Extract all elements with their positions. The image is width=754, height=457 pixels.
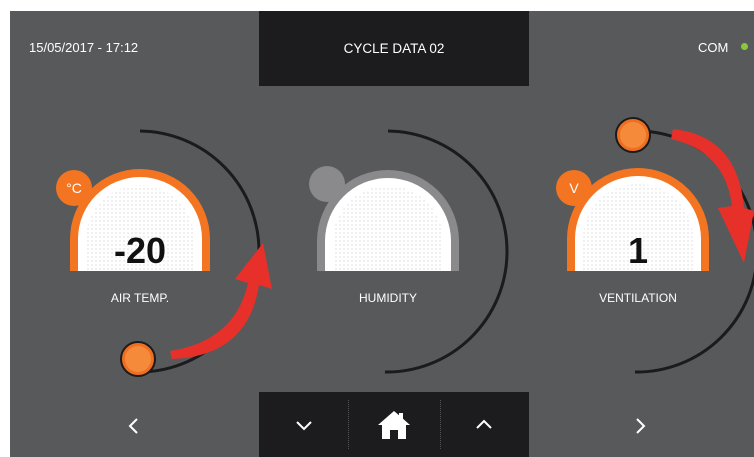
- air-temp-label: AIR TEMP.: [111, 291, 169, 305]
- air-temp-value: -20: [114, 230, 166, 271]
- scroll-down-button[interactable]: [264, 392, 344, 457]
- home-button[interactable]: [354, 392, 434, 457]
- screen: 15/05/2017 - 17:12 CYCLE DATA 02 COM -20…: [10, 11, 754, 457]
- ventilation-value: 1: [628, 230, 648, 271]
- ventilation-label: VENTILATION: [599, 291, 677, 305]
- scroll-up-button[interactable]: [444, 392, 524, 457]
- humidity-unit-badge: [309, 166, 345, 202]
- humidity-label: HUMIDITY: [359, 291, 417, 305]
- bottom-nav-bar: [259, 392, 529, 457]
- ventilation-unit: V: [569, 180, 579, 196]
- chevron-left-icon: [128, 417, 138, 434]
- gauge-air-temp[interactable]: -20 AIR TEMP. °C: [56, 129, 272, 377]
- air-temp-knob-highlight: [125, 346, 151, 372]
- chevron-right-icon: [636, 417, 646, 434]
- home-icon: [378, 410, 410, 439]
- air-temp-unit: °C: [66, 180, 82, 196]
- chevron-down-icon: [296, 420, 312, 430]
- next-page-button[interactable]: [610, 403, 670, 448]
- chevron-up-icon: [476, 419, 492, 429]
- gauge-ventilation[interactable]: 1 VENTILATION V: [556, 117, 754, 374]
- separator: [440, 400, 441, 449]
- ventilation-knob-highlight: [620, 122, 646, 148]
- gauge-humidity[interactable]: HUMIDITY: [309, 129, 509, 374]
- prev-page-button[interactable]: [104, 403, 164, 448]
- gauge-area: -20 AIR TEMP. °C HUMIDITY 1 VENTILATION …: [56, 117, 754, 377]
- separator: [348, 400, 349, 449]
